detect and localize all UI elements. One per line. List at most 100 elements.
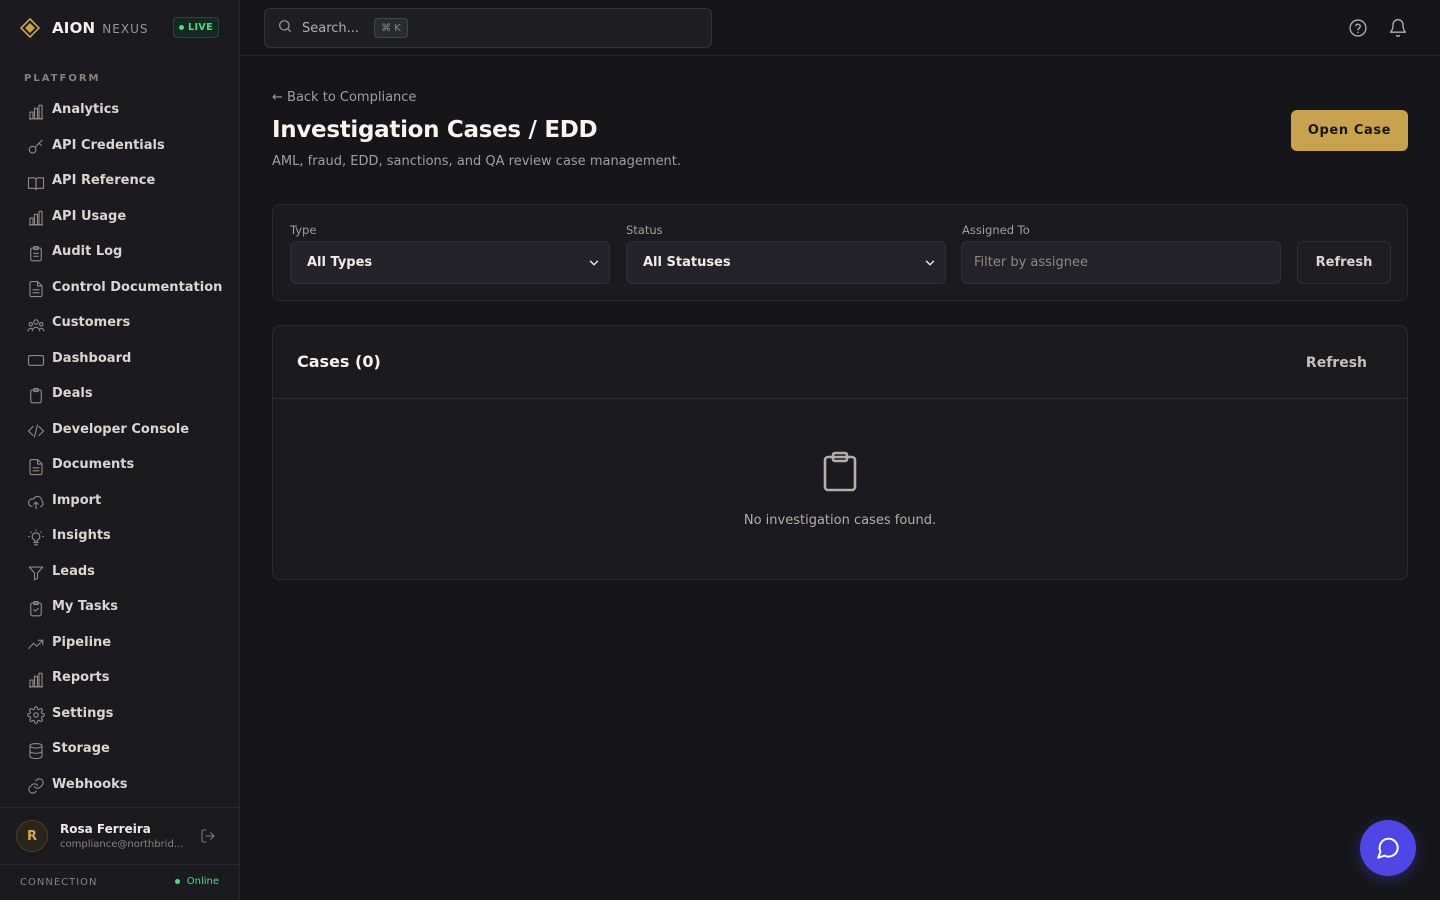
cases-refresh-button[interactable]: Refresh — [1290, 348, 1383, 378]
sidebar-item-analytics[interactable]: Analytics — [20, 92, 230, 128]
funnel-icon — [26, 563, 46, 583]
topbar: Search... ⌘ K — [240, 0, 1440, 56]
clipboard-icon — [822, 451, 858, 493]
sidebar-item-api-credentials[interactable]: API Credentials — [20, 128, 230, 164]
sidebar-item-leads[interactable]: Leads — [20, 554, 230, 590]
monitor-icon — [26, 350, 46, 370]
sidebar-item-import[interactable]: Import — [20, 483, 230, 519]
document-icon — [26, 457, 46, 477]
type-select[interactable]: All Types — [290, 241, 610, 284]
sidebar-item-label: API Credentials — [52, 137, 165, 153]
clipboard-list-icon — [26, 244, 46, 264]
bar-chart-icon — [26, 208, 46, 228]
clipboard-check-icon — [26, 599, 46, 619]
sidebar-item-label: Reports — [52, 670, 110, 686]
status-filter-label: Status — [626, 223, 663, 237]
brand[interactable]: AION NEXUS — [20, 17, 148, 39]
users-icon — [26, 315, 46, 335]
sidebar-item-api-usage[interactable]: API Usage — [20, 199, 230, 235]
sidebar-item-label: Import — [52, 492, 102, 508]
live-badge: LIVE — [173, 17, 219, 38]
page-subtitle: AML, fraud, EDD, sanctions, and QA revie… — [272, 154, 682, 169]
assignee-filter-input[interactable] — [961, 241, 1281, 284]
gear-icon — [26, 705, 46, 725]
avatar[interactable]: R — [16, 820, 48, 852]
lightbulb-icon — [26, 528, 46, 548]
live-badge-label: LIVE — [187, 22, 214, 33]
page-title: Investigation Cases / EDD — [272, 117, 598, 143]
link-icon — [26, 776, 46, 796]
sidebar-item-label: Developer Console — [52, 421, 190, 437]
sidebar-item-developer-console[interactable]: Developer Console — [20, 412, 230, 448]
key-icon — [26, 137, 46, 157]
trending-up-icon — [26, 634, 46, 654]
chevron-down-icon — [587, 256, 601, 270]
brand-subname: NEXUS — [102, 22, 149, 36]
document-icon — [26, 279, 46, 299]
empty-state-text: No investigation cases found. — [743, 513, 937, 528]
back-to-compliance-link[interactable]: ← Back to Compliance — [272, 90, 416, 105]
sidebar-item-label: My Tasks — [52, 599, 119, 615]
sidebar-item-label: Webhooks — [52, 776, 128, 792]
search-icon — [277, 18, 293, 38]
database-icon — [26, 741, 46, 761]
user-email: compliance@northbridge.com — [60, 839, 185, 850]
sidebar-item-webhooks[interactable]: Webhooks — [20, 767, 230, 803]
assigned-filter-label: Assigned To — [962, 223, 1030, 237]
sidebar-item-api-reference[interactable]: API Reference — [20, 163, 230, 199]
sidebar-item-pipeline[interactable]: Pipeline — [20, 625, 230, 661]
sidebar-item-reports[interactable]: Reports — [20, 660, 230, 696]
chat-bubble-icon — [1375, 835, 1401, 861]
sidebar-item-label: Control Documentation — [52, 279, 223, 295]
open-case-button[interactable]: Open Case — [1291, 110, 1408, 151]
sidebar-item-label: Leads — [52, 563, 95, 579]
chat-button[interactable] — [1360, 820, 1416, 876]
sidebar-item-my-tasks[interactable]: My Tasks — [20, 589, 230, 625]
code-icon — [26, 421, 46, 441]
search-bar[interactable]: Search... ⌘ K — [264, 8, 712, 48]
clipboard-icon — [26, 386, 46, 406]
sidebar-item-audit-log[interactable]: Audit Log — [20, 234, 230, 270]
help-icon[interactable] — [1346, 16, 1370, 40]
sidebar-item-storage[interactable]: Storage — [20, 731, 230, 767]
type-filter-label: Type — [290, 223, 317, 237]
sidebar-item-settings[interactable]: Settings — [20, 696, 230, 732]
filters-panel: Type All Types Status All Statuses Assig… — [272, 204, 1408, 301]
search-placeholder: Search... — [302, 20, 360, 36]
sidebar-item-deals[interactable]: Deals — [20, 376, 230, 412]
brand-name: AION — [52, 19, 96, 37]
user-name: Rosa Ferreira — [60, 822, 151, 836]
sidebar-item-customers[interactable]: Customers — [20, 305, 230, 341]
sidebar-item-dashboard[interactable]: Dashboard — [20, 341, 230, 377]
sidebar-item-label: Dashboard — [52, 350, 132, 366]
filter-refresh-button[interactable]: Refresh — [1297, 241, 1391, 284]
user-panel: R Rosa Ferreira compliance@northbridge.c… — [0, 807, 239, 865]
bar-chart-icon — [26, 670, 46, 690]
bell-icon[interactable] — [1386, 16, 1410, 40]
book-icon — [26, 173, 46, 193]
chevron-down-icon — [923, 256, 937, 270]
status-select[interactable]: All Statuses — [626, 241, 946, 284]
sidebar-item-label: Analytics — [52, 102, 120, 118]
sidebar-item-control-documentation[interactable]: Control Documentation — [20, 270, 230, 306]
connection-label: CONNECTION — [20, 877, 98, 888]
sidebar-item-label: Insights — [52, 528, 111, 544]
sidebar-item-label: Storage — [52, 741, 110, 757]
section-label-platform: PLATFORM — [24, 73, 101, 84]
sidebar-item-label: API Reference — [52, 173, 156, 189]
sidebar-item-label: Deals — [52, 386, 93, 402]
cases-card: Cases (0) Refresh No investigation cases… — [272, 325, 1408, 580]
diamond-logo-icon — [20, 18, 40, 38]
connection-status: Online — [174, 876, 219, 887]
cases-header: Cases (0) Refresh — [273, 326, 1407, 399]
type-select-value: All Types — [307, 255, 373, 270]
cloud-upload-icon — [26, 492, 46, 512]
status-select-value: All Statuses — [643, 255, 731, 270]
sidebar-item-insights[interactable]: Insights — [20, 518, 230, 554]
cases-title: Cases (0) — [297, 352, 381, 371]
sidebar-item-label: Audit Log — [52, 244, 123, 260]
sidebar-item-label: Documents — [52, 457, 135, 473]
sidebar-item-documents[interactable]: Documents — [20, 447, 230, 483]
live-dot-icon — [178, 25, 184, 30]
logout-icon[interactable] — [200, 828, 218, 846]
